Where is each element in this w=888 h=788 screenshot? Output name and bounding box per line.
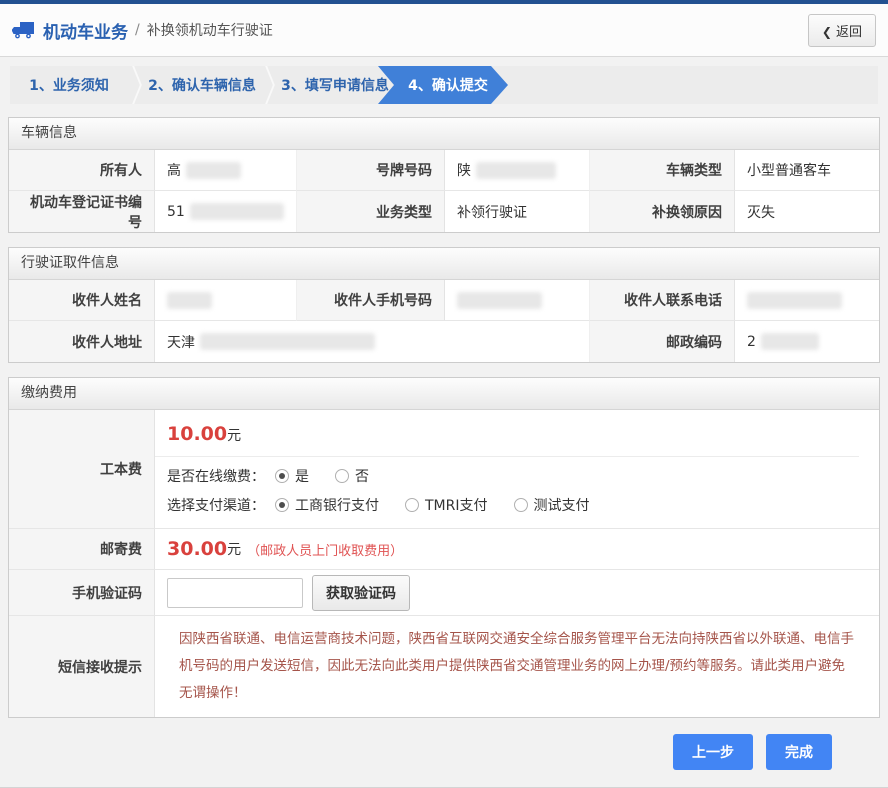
chevron-separator-icon: [261, 66, 276, 104]
step-fill-application[interactable]: 3、填写申请信息: [276, 66, 394, 104]
step-confirm-vehicle-info[interactable]: 2、确认车辆信息: [143, 66, 261, 104]
get-code-button[interactable]: 获取验证码: [312, 574, 410, 611]
radio-icon[interactable]: [275, 498, 289, 512]
postal-code-value: 2: [735, 321, 879, 362]
radio-icon[interactable]: [335, 469, 349, 483]
cost-unit: 元: [227, 428, 242, 444]
radio-option-test[interactable]: 测试支付: [513, 495, 590, 515]
chevron-separator-icon: [128, 66, 143, 104]
redaction-mask: [457, 291, 542, 309]
sms-code-input[interactable]: [167, 577, 303, 608]
business-type-value: 补领行驶证: [445, 191, 590, 232]
pickup-info-section: 行驶证取件信息 收件人姓名 收件人手机号码 收件人联系电话 收件人地址 天津 邮…: [8, 247, 880, 363]
sms-code-row: 获取验证码: [155, 570, 879, 616]
radio-icon[interactable]: [275, 469, 289, 483]
radio-label: TMRI支付: [425, 498, 488, 514]
recipient-name-value: [155, 280, 297, 321]
app-title: 机动车业务: [43, 22, 128, 43]
redaction-mask: [747, 291, 842, 309]
pay-channel-question: 选择支付渠道：: [167, 498, 265, 514]
owner-value: 高: [155, 150, 297, 191]
finish-button[interactable]: 完成: [766, 734, 832, 770]
payment-title: 缴纳费用: [9, 378, 879, 410]
vehicle-type-label: 车辆类型: [590, 150, 735, 191]
vehicle-info-section: 车辆信息 所有人 高 号牌号码 陕 车辆类型 小型普通客车 机动车登记证书编号 …: [8, 117, 880, 233]
registration-no-value: 51: [155, 191, 297, 232]
radio-option-no[interactable]: 否: [335, 466, 369, 486]
radio-label: 工商银行支付: [295, 498, 379, 514]
step-confirm-submit[interactable]: 4、确认提交: [378, 66, 508, 104]
sms-tip-label: 短信接收提示: [9, 616, 155, 717]
redaction-mask: [476, 161, 556, 179]
sms-code-label: 手机验证码: [9, 570, 155, 616]
redaction-mask: [760, 333, 819, 350]
step-bar: 1、业务须知 2、确认车辆信息 3、填写申请信息 4、确认提交: [10, 66, 878, 104]
radio-label: 是: [295, 469, 309, 485]
radio-label: 测试支付: [533, 498, 590, 514]
cost-amount-line: 10.00元: [155, 410, 859, 457]
registration-no-label: 机动车登记证书编号: [9, 191, 155, 232]
truck-icon: [12, 20, 36, 40]
redaction-mask: [189, 203, 284, 220]
redaction-mask: [200, 333, 375, 350]
back-chevron-icon: ❮: [821, 24, 832, 39]
radio-icon[interactable]: [513, 498, 528, 512]
online-pay-row: 是否在线缴费： 是 否: [155, 457, 879, 486]
postal-code-label: 邮政编码: [590, 321, 735, 362]
reason-value: 灭失: [735, 191, 879, 232]
back-button[interactable]: ❮ 返回: [807, 13, 876, 47]
postage-fee-value: 30.00 元 （邮政人员上门收取费用）: [155, 529, 879, 570]
radio-label: 否: [355, 469, 369, 485]
cost-fee-label: 工本费: [9, 410, 155, 529]
radio-option-yes[interactable]: 是: [275, 466, 309, 486]
redaction-mask: [167, 291, 212, 309]
recipient-address-label: 收件人地址: [9, 321, 155, 362]
recipient-tel-value: [735, 280, 879, 321]
cost-fee-value: 10.00元 是否在线缴费： 是 否 选择支付渠道： 工商银行支付 TMRI支付…: [155, 410, 879, 529]
breadcrumb-separator: /: [135, 22, 140, 38]
radio-option-icbc[interactable]: 工商银行支付: [275, 495, 379, 515]
postage-unit: 元: [227, 542, 242, 558]
owner-label: 所有人: [9, 150, 155, 191]
recipient-name-label: 收件人姓名: [9, 280, 155, 321]
online-pay-question: 是否在线缴费：: [167, 469, 265, 485]
postage-amount: 30.00: [167, 538, 228, 560]
postage-fee-label: 邮寄费: [9, 529, 155, 570]
redaction-mask: [186, 161, 241, 179]
payment-section: 缴纳费用 工本费 10.00元 是否在线缴费： 是 否 选择支付渠道： 工商银行…: [8, 377, 880, 718]
pay-channel-row: 选择支付渠道： 工商银行支付 TMRI支付 测试支付: [155, 486, 879, 528]
vehicle-type-value: 小型普通客车: [735, 150, 879, 191]
page-header: 机动车业务 / 补换领机动车行驶证 ❮ 返回: [0, 4, 888, 57]
recipient-tel-label: 收件人联系电话: [590, 280, 735, 321]
radio-icon[interactable]: [405, 498, 419, 512]
reason-label: 补换领原因: [590, 191, 735, 232]
footer-actions: 上一步 完成: [0, 732, 888, 770]
sms-tip-cell: 因陕西省联通、电信运营商技术问题，陕西省互联网交通安全综合服务管理平台无法向持陕…: [155, 616, 879, 717]
business-type-label: 业务类型: [297, 191, 445, 232]
pickup-info-title: 行驶证取件信息: [9, 248, 879, 280]
cost-amount: 10.00: [167, 423, 228, 445]
plate-number-label: 号牌号码: [297, 150, 445, 191]
vehicle-info-title: 车辆信息: [9, 118, 879, 150]
step-business-notice[interactable]: 1、业务须知: [10, 66, 128, 104]
previous-step-button[interactable]: 上一步: [673, 734, 753, 770]
postage-note: （邮政人员上门收取费用）: [247, 543, 404, 559]
recipient-address-value: 天津: [155, 321, 590, 362]
radio-option-tmri[interactable]: TMRI支付: [405, 495, 488, 515]
page-title: 补换领机动车行驶证: [146, 23, 273, 39]
recipient-phone-label: 收件人手机号码: [297, 280, 445, 321]
plate-number-value: 陕: [445, 150, 590, 191]
recipient-phone-value: [445, 280, 590, 321]
back-button-label: 返回: [835, 24, 862, 40]
sms-tip-text: 因陕西省联通、电信运营商技术问题，陕西省互联网交通安全综合服务管理平台无法向持陕…: [179, 631, 854, 701]
